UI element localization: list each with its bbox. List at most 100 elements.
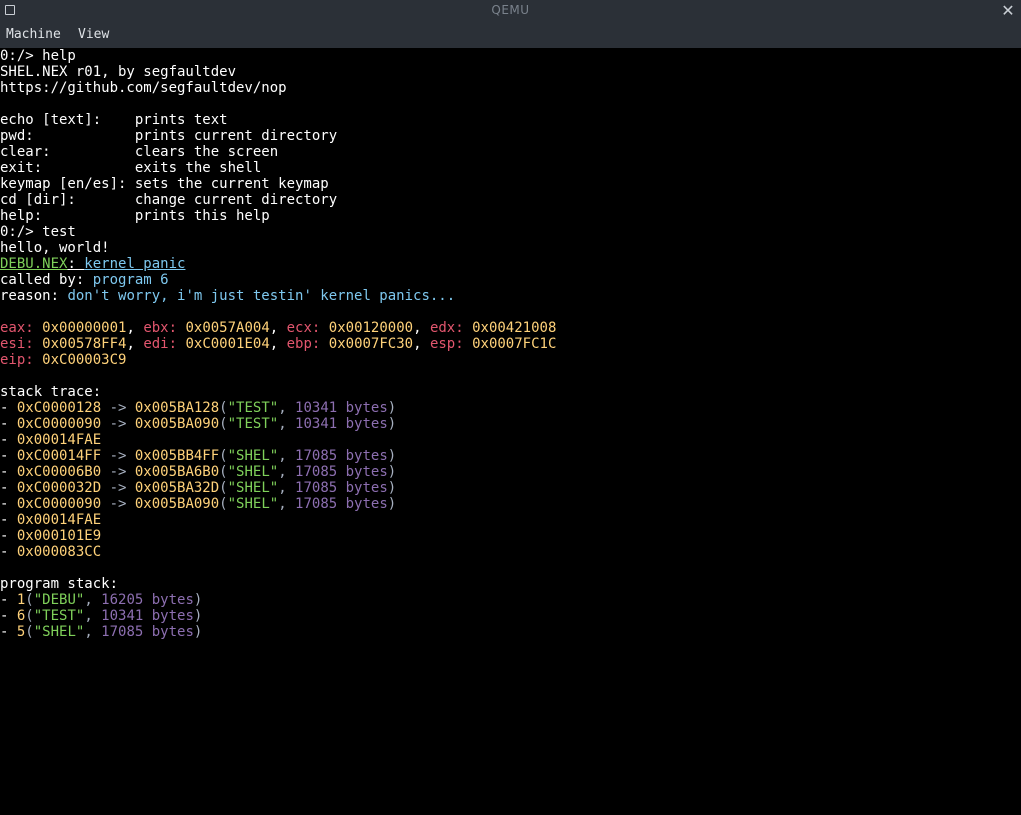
- terminal-text: ,: [126, 336, 144, 352]
- terminal-text: 0x005BA128: [134, 400, 220, 416]
- terminal-text: ): [387, 496, 397, 512]
- terminal-line: - 6("TEST", 10341 bytes): [0, 608, 556, 624]
- terminal-text: ebp:: [286, 336, 329, 352]
- terminal-line: called by: program 6: [0, 272, 556, 288]
- terminal-text: keymap [en/es]: sets the current keymap: [0, 176, 329, 192]
- terminal-text: 0x005BA32D: [134, 480, 220, 496]
- terminal-text: 0x005BA090: [134, 416, 220, 432]
- terminal-line: reason: don't worry, i'm just testin' ke…: [0, 288, 556, 304]
- terminal-text: (: [219, 400, 228, 416]
- terminal-text: SHEL.NEX r01, by segfaultdev: [0, 64, 237, 80]
- terminal-text: -: [0, 592, 17, 608]
- terminal-text: program 6: [92, 272, 169, 288]
- terminal-text: 0x0007FC1C: [472, 336, 557, 352]
- terminal-text: 0x00578FF4: [42, 336, 127, 352]
- terminal-text: -: [0, 512, 17, 528]
- terminal-line: https://github.com/segfaultdev/nop: [0, 80, 556, 96]
- terminal-text: ): [387, 416, 397, 432]
- terminal-text: hello, world!: [0, 240, 110, 256]
- terminal-text: eip:: [0, 352, 43, 368]
- terminal-text: ->: [101, 400, 135, 416]
- terminal-text: ): [387, 464, 397, 480]
- terminal-text: 0xC00006B0: [16, 464, 102, 480]
- terminal-line: - 0xC000032D -> 0x005BA32D("SHEL", 17085…: [0, 480, 556, 496]
- terminal-text: 16205 bytes: [101, 592, 194, 608]
- window-title: QEMU: [491, 3, 530, 17]
- terminal-text: -: [0, 432, 17, 448]
- terminal-text: ->: [101, 480, 135, 496]
- terminal-text: ,: [84, 608, 102, 624]
- terminal-line: - 0xC00014FF -> 0x005BB4FF("SHEL", 17085…: [0, 448, 556, 464]
- terminal-text: -: [0, 464, 17, 480]
- terminal-text: ->: [101, 464, 135, 480]
- terminal-text: (: [25, 624, 34, 640]
- terminal-text: ,: [413, 336, 430, 352]
- terminal-text: "SHEL": [227, 464, 279, 480]
- terminal-text: 0xC000032D: [16, 480, 102, 496]
- terminal-text: "SHEL": [227, 496, 279, 512]
- terminal-text: ,: [413, 320, 430, 336]
- terminal-text: program stack:: [0, 576, 119, 592]
- terminal-text: "DEBU": [33, 592, 85, 608]
- terminal-text: 0xC0001E04: [185, 336, 270, 352]
- terminal-text: ,: [278, 480, 296, 496]
- terminal-text: (: [219, 496, 228, 512]
- terminal-text: reason:: [0, 288, 68, 304]
- terminal-text: clear: clears the screen: [0, 144, 279, 160]
- terminal-line: echo [text]: prints text: [0, 112, 556, 128]
- terminal-text: 0xC0000090: [16, 416, 102, 432]
- terminal-text: 0xC0000128: [16, 400, 102, 416]
- guest-display[interactable]: 0:/> help SHEL.NEX r01, by segfaultdev htt…: [0, 48, 1021, 815]
- terminal-text: :: [67, 256, 85, 272]
- terminal-text: exit: exits the shell: [0, 160, 262, 176]
- terminal-text: 17085 bytes: [295, 480, 388, 496]
- terminal-text: ,: [278, 448, 296, 464]
- terminal-text: 0x005BB4FF: [134, 448, 220, 464]
- terminal-text: 0:/> help: [0, 48, 76, 64]
- terminal-text: esp:: [429, 336, 473, 352]
- terminal-text: "SHEL": [33, 624, 85, 640]
- terminal-line: hello, world!: [0, 240, 556, 256]
- terminal-text: edi:: [143, 336, 186, 352]
- terminal-text: 0x005BA090: [134, 496, 220, 512]
- terminal-text: ,: [126, 320, 144, 336]
- terminal-line: SHEL.NEX r01, by segfaultdev: [0, 64, 556, 80]
- terminal-text: ,: [278, 496, 296, 512]
- menu-machine[interactable]: Machine: [6, 27, 61, 42]
- terminal-text: 0x0007FC30: [328, 336, 414, 352]
- terminal-text: "TEST": [227, 416, 279, 432]
- terminal-text: 0x0057A004: [185, 320, 270, 336]
- terminal-text: ,: [278, 416, 296, 432]
- terminal-text: -: [0, 480, 17, 496]
- terminal-output: 0:/> help SHEL.NEX r01, by segfaultdev htt…: [0, 48, 556, 640]
- terminal-line: - 0x00014FAE: [0, 432, 556, 448]
- terminal-text: ): [193, 624, 203, 640]
- terminal-line: pwd: prints current directory: [0, 128, 556, 144]
- terminal-line: esi: 0x00578FF4, edi: 0xC0001E04, ebp: 0…: [0, 336, 556, 352]
- menu-view[interactable]: View: [78, 27, 109, 42]
- terminal-text: ->: [101, 448, 135, 464]
- close-icon[interactable]: ✕: [999, 0, 1017, 22]
- terminal-text: 0:/> test: [0, 224, 76, 240]
- terminal-line: keymap [en/es]: sets the current keymap: [0, 176, 556, 192]
- terminal-text: don't worry, i'm just testin' kernel pan…: [67, 288, 456, 304]
- terminal-text: 0xC0000090: [16, 496, 102, 512]
- terminal-text: -: [0, 544, 17, 560]
- terminal-line: 0:/> help: [0, 48, 556, 64]
- terminal-text: 0x00120000: [328, 320, 414, 336]
- terminal-text: ,: [269, 336, 287, 352]
- terminal-text: ): [387, 480, 397, 496]
- terminal-text: ebx:: [143, 320, 186, 336]
- terminal-line: - 0x000101E9: [0, 528, 556, 544]
- terminal-line: - 0xC0000128 -> 0x005BA128("TEST", 10341…: [0, 400, 556, 416]
- terminal-line: eax: 0x00000001, ebx: 0x0057A004, ecx: 0…: [0, 320, 556, 336]
- terminal-text: https://github.com/segfaultdev/nop: [0, 80, 287, 96]
- terminal-text: -: [0, 448, 17, 464]
- terminal-text: -: [0, 416, 17, 432]
- terminal-line: DEBU.NEX: kernel panic: [0, 256, 556, 272]
- terminal-text: ): [387, 400, 397, 416]
- terminal-text: esi:: [0, 336, 43, 352]
